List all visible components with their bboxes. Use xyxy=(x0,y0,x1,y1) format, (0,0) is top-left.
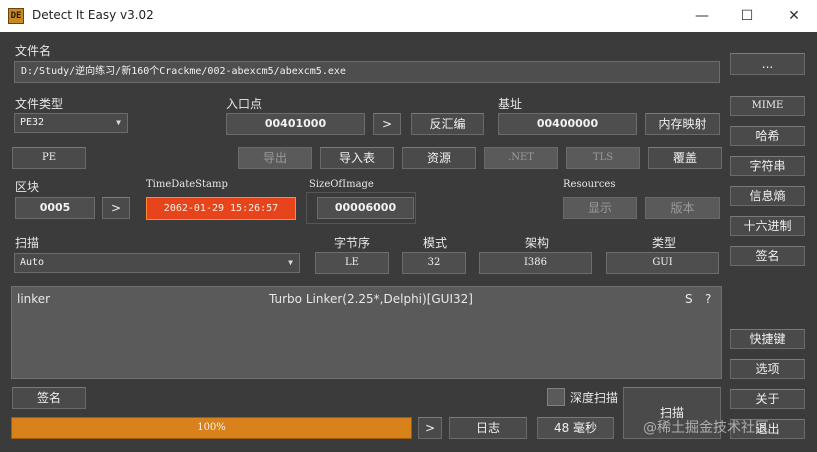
arch-label: 架构 xyxy=(525,236,550,250)
entry-point-go-button[interactable]: > xyxy=(373,113,401,135)
resources-show-button[interactable]: 显示 xyxy=(563,197,637,219)
hex-button[interactable]: 十六进制 xyxy=(730,216,805,236)
window-title: Detect It Easy v3.02 xyxy=(32,8,154,22)
base-address-field[interactable]: 00400000 xyxy=(498,113,637,135)
minimize-button[interactable]: — xyxy=(679,0,725,32)
file-type-value: PE32 xyxy=(20,117,45,128)
options-button[interactable]: 选项 xyxy=(730,359,805,379)
signatures-button[interactable]: 签名 xyxy=(730,246,805,266)
progress-go-button[interactable]: > xyxy=(418,417,442,439)
scan-label: 扫描 xyxy=(15,236,40,250)
sections-label: 区块 xyxy=(15,180,40,194)
scan-time-field: 48 毫秒 xyxy=(537,417,614,439)
import-button[interactable]: 导入表 xyxy=(320,147,394,169)
result-name: Turbo Linker(2.25*,Delphi)[GUI32] xyxy=(269,292,473,306)
browse-button[interactable]: ... xyxy=(730,53,805,75)
scan-results-panel[interactable]: linker Turbo Linker(2.25*,Delphi)[GUI32]… xyxy=(11,286,722,379)
timestamp-field[interactable]: 2062-01-29 15:26:57 xyxy=(146,197,296,220)
title-bar: DE Detect It Easy v3.02 — ☐ ✕ xyxy=(0,0,817,32)
file-type-select[interactable]: PE32 ▼ xyxy=(14,113,128,133)
maximize-button[interactable]: ☐ xyxy=(724,0,770,32)
resources-button[interactable]: 资源 xyxy=(402,147,476,169)
entry-point-label: 入口点 xyxy=(226,97,263,111)
scan-progress-bar: 100% xyxy=(11,417,412,439)
pe-button[interactable]: PE xyxy=(12,147,86,169)
endian-label: 字节序 xyxy=(334,236,371,250)
mode-label: 模式 xyxy=(423,236,448,250)
file-name-label: 文件名 xyxy=(15,44,52,58)
result-signature-link[interactable]: S xyxy=(685,292,693,306)
resources-label: Resources xyxy=(563,179,616,190)
endian-field[interactable]: LE xyxy=(315,252,389,274)
arch-field[interactable]: I386 xyxy=(479,252,592,274)
disassemble-button[interactable]: 反汇编 xyxy=(411,113,484,135)
resources-version-button[interactable]: 版本 xyxy=(645,197,720,219)
deep-scan-checkbox[interactable] xyxy=(547,388,565,406)
tls-button[interactable]: TLS xyxy=(566,147,640,169)
progress-text: 100% xyxy=(197,422,226,433)
chevron-down-icon: ▼ xyxy=(116,118,121,127)
hash-button[interactable]: 哈希 xyxy=(730,126,805,146)
mode-field[interactable]: 32 xyxy=(402,252,466,274)
net-button[interactable]: .NET xyxy=(484,147,558,169)
result-help-link[interactable]: ? xyxy=(705,292,711,306)
strings-button[interactable]: 字符串 xyxy=(730,156,805,176)
scan-mode-value: Auto xyxy=(20,257,45,268)
base-address-label: 基址 xyxy=(498,97,523,111)
entropy-button[interactable]: 信息熵 xyxy=(730,186,805,206)
shortcuts-button[interactable]: 快捷键 xyxy=(730,329,805,349)
chevron-down-icon: ▼ xyxy=(288,258,293,267)
size-of-image-label: SizeOfImage xyxy=(309,179,374,190)
timestamp-label: TimeDateStamp xyxy=(146,179,228,190)
scan-mode-select[interactable]: Auto ▼ xyxy=(14,253,300,273)
sections-field[interactable]: 0005 xyxy=(15,197,95,219)
type-field[interactable]: GUI xyxy=(606,252,719,274)
about-button[interactable]: 关于 xyxy=(730,389,805,409)
result-kind: linker xyxy=(17,292,51,306)
memory-map-button[interactable]: 内存映射 xyxy=(645,113,720,135)
deep-scan-label: 深度扫描 xyxy=(570,391,619,405)
watermark-text: @稀土掘金技术社区 xyxy=(643,420,769,436)
export-button[interactable]: 导出 xyxy=(238,147,312,169)
sections-go-button[interactable]: > xyxy=(102,197,130,219)
overlay-button[interactable]: 覆盖 xyxy=(648,147,722,169)
file-path-field[interactable]: D:/Study/逆向练习/新160个Crackme/002-abexcm5/a… xyxy=(14,61,720,83)
app-logo-icon: DE xyxy=(8,8,24,24)
type-label: 类型 xyxy=(652,236,677,250)
bottom-signatures-button[interactable]: 签名 xyxy=(12,387,86,409)
log-button[interactable]: 日志 xyxy=(449,417,527,439)
size-of-image-field[interactable]: 00006000 xyxy=(317,197,414,219)
entry-point-field[interactable]: 00401000 xyxy=(226,113,365,135)
close-button[interactable]: ✕ xyxy=(771,0,817,32)
file-type-label: 文件类型 xyxy=(15,97,64,111)
mime-button[interactable]: MIME xyxy=(730,96,805,116)
